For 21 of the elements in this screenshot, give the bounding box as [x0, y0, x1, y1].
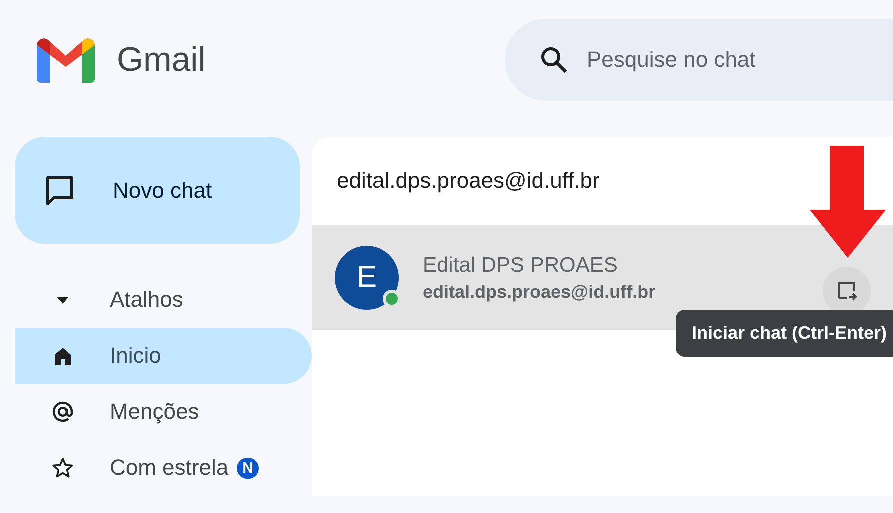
- search-icon: [539, 45, 569, 75]
- star-icon: [52, 457, 74, 479]
- app-name: Gmail: [117, 40, 206, 80]
- logo-icon: [37, 37, 95, 83]
- new-chat-button[interactable]: Novo chat: [15, 137, 300, 244]
- tooltip: Iniciar chat (Ctrl-Enter): [676, 310, 893, 357]
- nav-item[interactable]: Inicio: [15, 328, 312, 384]
- contact-name: Edital DPS PROAES: [423, 254, 619, 278]
- nav-item[interactable]: Menções: [15, 384, 312, 440]
- home-icon: [52, 345, 74, 367]
- chat-arrow-icon: [835, 279, 859, 303]
- nav-item[interactable]: Atalhos: [15, 272, 312, 328]
- chat-bubble-icon: [45, 174, 75, 206]
- recipient-input-field[interactable]: edital.dps.proaes@id.uff.br: [312, 137, 893, 226]
- at-sign-icon: [52, 401, 74, 423]
- count-badge: N: [236, 458, 260, 478]
- down-arrow-icon: [810, 146, 886, 258]
- nav-item[interactable]: Com estrela N: [15, 440, 312, 496]
- search-field[interactable]: Pesquise no chat: [505, 19, 893, 101]
- avatar: E: [335, 246, 399, 310]
- contact-email: edital.dps.proaes@id.uff.br: [423, 282, 657, 302]
